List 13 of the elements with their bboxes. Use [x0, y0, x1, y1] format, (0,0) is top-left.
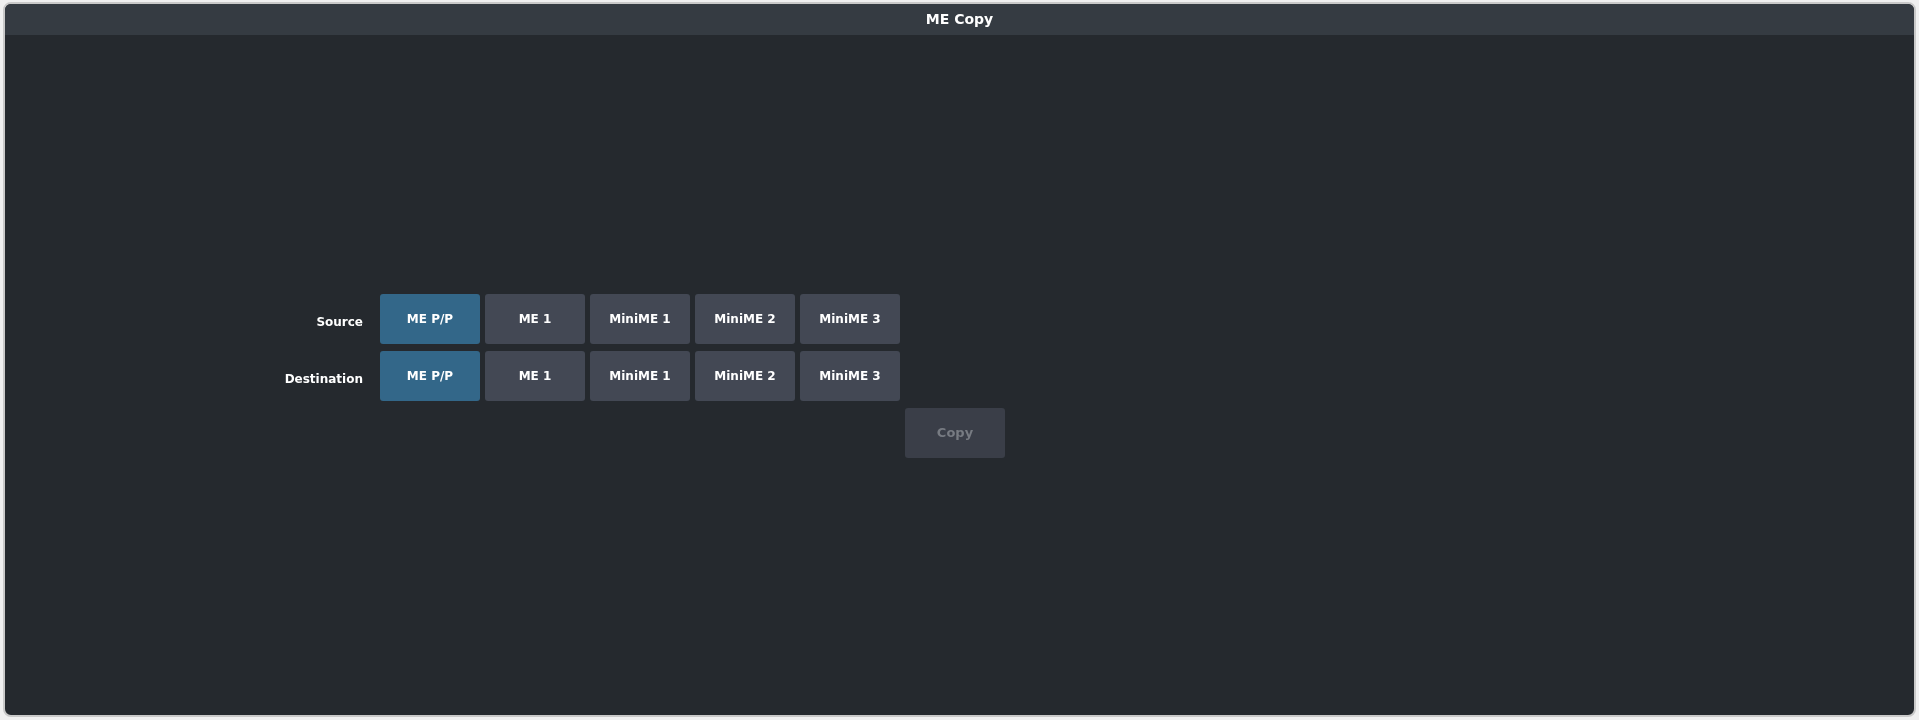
option-button[interactable]: MiniME 3 [800, 351, 900, 401]
option-button[interactable]: ME 1 [485, 294, 585, 344]
row-label: Destination [284, 371, 364, 388]
option-button[interactable]: ME P/P [380, 294, 480, 344]
option-button[interactable]: MiniME 3 [800, 294, 900, 344]
option-button[interactable]: MiniME 1 [590, 351, 690, 401]
option-button[interactable]: MiniME 2 [695, 351, 795, 401]
option-button[interactable]: MiniME 2 [695, 294, 795, 344]
option-button[interactable]: ME 1 [485, 351, 585, 401]
option-button[interactable]: MiniME 1 [590, 294, 690, 344]
row-label: Source [316, 314, 364, 331]
option-button[interactable]: ME P/P [380, 351, 480, 401]
window-title: ME Copy [5, 4, 1914, 35]
